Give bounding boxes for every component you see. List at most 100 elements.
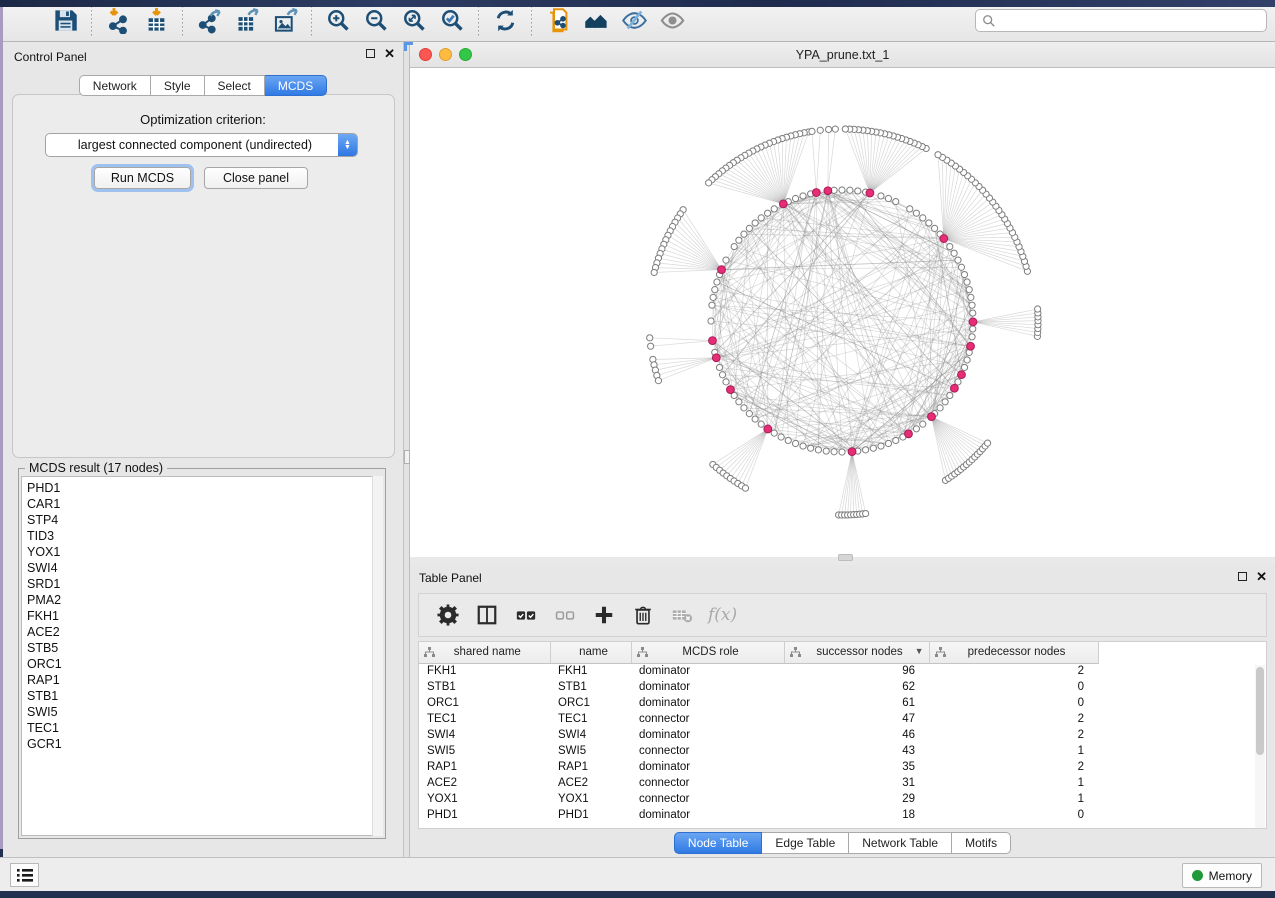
import-network-icon — [105, 7, 132, 34]
network-graph[interactable] — [410, 68, 1275, 557]
first-neighbors-button[interactable] — [580, 5, 612, 37]
memory-status-icon — [1192, 870, 1203, 881]
export-table-button[interactable] — [231, 5, 263, 37]
table-row[interactable]: ORC1ORC1dominator610 — [419, 695, 1260, 711]
table-row[interactable]: SWI4SWI4dominator462 — [419, 727, 1260, 743]
column-header-shared-name[interactable]: shared name — [419, 642, 550, 663]
search-input[interactable] — [1000, 14, 1260, 28]
table-row[interactable]: PHD1PHD1dominator180 — [419, 807, 1260, 823]
tab-node-table[interactable]: Node Table — [674, 832, 763, 854]
mcds-result-item[interactable]: SWI4 — [27, 560, 373, 576]
criterion-dropdown-value: largest connected component (undirected) — [46, 138, 338, 152]
table-panel-tabs: Node Table Edge Table Network Table Moti… — [410, 832, 1275, 854]
mcds-result-list: PHD1CAR1STP4TID3YOX1SWI4SRD1PMA2FKH1ACE2… — [21, 476, 374, 836]
table-row[interactable]: YOX1YOX1connector291 — [419, 791, 1260, 807]
show-columns-button[interactable] — [470, 598, 504, 632]
column-header-mcds-role[interactable]: MCDS role — [631, 642, 784, 663]
node-table-container: shared name name MCDS role successor nod… — [418, 641, 1267, 829]
tab-select[interactable]: Select — [205, 75, 265, 96]
mcds-result-item[interactable]: ORC1 — [27, 656, 373, 672]
horizontal-splitter[interactable] — [410, 557, 1275, 565]
column-header-predecessor-nodes[interactable]: predecessor nodes — [929, 642, 1098, 663]
column-header-name[interactable]: name — [550, 642, 631, 663]
mcds-result-item[interactable]: SWI5 — [27, 704, 373, 720]
memory-button[interactable]: Memory — [1182, 863, 1262, 888]
mcds-result-item[interactable]: FKH1 — [27, 608, 373, 624]
tab-style[interactable]: Style — [151, 75, 205, 96]
table-scrollbar-thumb[interactable] — [1256, 667, 1264, 755]
network-view-canvas[interactable] — [410, 68, 1275, 557]
delete-column-button[interactable] — [626, 598, 660, 632]
import-table-button[interactable] — [140, 5, 172, 37]
zoom-selected-button[interactable] — [436, 5, 468, 37]
add-column-button[interactable] — [587, 598, 621, 632]
sort-descending-icon: ▼ — [915, 646, 924, 656]
mcds-result-item[interactable]: STB5 — [27, 640, 373, 656]
mcds-result-item[interactable]: RAP1 — [27, 672, 373, 688]
mcds-result-item[interactable]: YOX1 — [27, 544, 373, 560]
delete-table-button[interactable] — [665, 598, 699, 632]
mcds-result-item[interactable]: STP4 — [27, 512, 373, 528]
desktop-wallpaper-bottom — [0, 0, 1275, 7]
splitter-handle[interactable] — [838, 554, 853, 561]
toolbar-separator — [182, 6, 183, 36]
zoom-in-icon — [325, 7, 352, 34]
zoom-in-button[interactable] — [322, 5, 354, 37]
float-panel-icon[interactable] — [1238, 572, 1247, 581]
tab-edge-table[interactable]: Edge Table — [762, 832, 849, 854]
tab-motifs[interactable]: Motifs — [952, 832, 1011, 854]
table-row[interactable]: STB1STB1dominator620 — [419, 679, 1260, 695]
mcds-result-item[interactable]: GCR1 — [27, 736, 373, 752]
mcds-result-item[interactable]: STB1 — [27, 688, 373, 704]
tab-network[interactable]: Network — [79, 75, 151, 96]
hide-selected-button[interactable] — [618, 5, 650, 37]
apply-layout-button[interactable] — [489, 5, 521, 37]
select-all-icon — [515, 604, 537, 626]
mcds-list-scrollbar[interactable] — [372, 476, 383, 836]
delete-table-icon — [671, 604, 693, 626]
table-row[interactable]: RAP1RAP1dominator352 — [419, 759, 1260, 775]
mcds-result-item[interactable]: TEC1 — [27, 720, 373, 736]
function-builder-button[interactable]: f(x) — [708, 605, 737, 625]
open-session-button[interactable] — [11, 5, 43, 37]
zoom-fit-button[interactable] — [398, 5, 430, 37]
tab-network-table[interactable]: Network Table — [849, 832, 952, 854]
show-all-button[interactable] — [656, 5, 688, 37]
table-settings-button[interactable] — [431, 598, 465, 632]
close-panel-icon[interactable]: ✕ — [384, 49, 395, 58]
export-table-icon — [234, 7, 261, 34]
zoom-out-button[interactable] — [360, 5, 392, 37]
criterion-dropdown[interactable]: largest connected component (undirected)… — [45, 133, 358, 157]
column-header-successor-nodes[interactable]: successor nodes ▼ — [784, 642, 929, 663]
import-network-button[interactable] — [102, 5, 134, 37]
table-toolbar: f(x) — [418, 593, 1267, 637]
column-type-icon — [935, 647, 946, 658]
mcds-result-item[interactable]: CAR1 — [27, 496, 373, 512]
table-row[interactable]: FKH1FKH1dominator962 — [419, 663, 1260, 679]
table-row[interactable]: TEC1TEC1connector472 — [419, 711, 1260, 727]
export-network-button[interactable] — [193, 5, 225, 37]
mcds-result-item[interactable]: PHD1 — [27, 480, 373, 496]
mcds-result-item[interactable]: SRD1 — [27, 576, 373, 592]
export-image-button[interactable] — [269, 5, 301, 37]
mcds-result-item[interactable]: PMA2 — [27, 592, 373, 608]
close-panel-icon[interactable]: ✕ — [1256, 572, 1267, 581]
float-panel-icon[interactable] — [366, 49, 375, 58]
network-focus-corner — [404, 42, 413, 51]
mcds-result-item[interactable]: TID3 — [27, 528, 373, 544]
new-network-from-selection-button[interactable] — [542, 5, 574, 37]
select-all-button[interactable] — [509, 598, 543, 632]
save-session-button[interactable] — [49, 5, 81, 37]
tab-mcds[interactable]: MCDS — [265, 75, 327, 96]
table-row[interactable]: SWI5SWI5connector431 — [419, 743, 1260, 759]
network-window-titlebar[interactable]: YPA_prune.txt_1 — [410, 42, 1275, 68]
close-panel-button[interactable]: Close panel — [204, 167, 308, 189]
table-scrollbar[interactable] — [1255, 665, 1265, 829]
panel-menu-button[interactable] — [10, 863, 39, 887]
zoom-selected-icon — [439, 7, 466, 34]
run-mcds-button[interactable]: Run MCDS — [94, 167, 191, 189]
mcds-result-item[interactable]: ACE2 — [27, 624, 373, 640]
unselect-all-button[interactable] — [548, 598, 582, 632]
memory-label: Memory — [1209, 869, 1252, 883]
table-row[interactable]: ACE2ACE2connector311 — [419, 775, 1260, 791]
